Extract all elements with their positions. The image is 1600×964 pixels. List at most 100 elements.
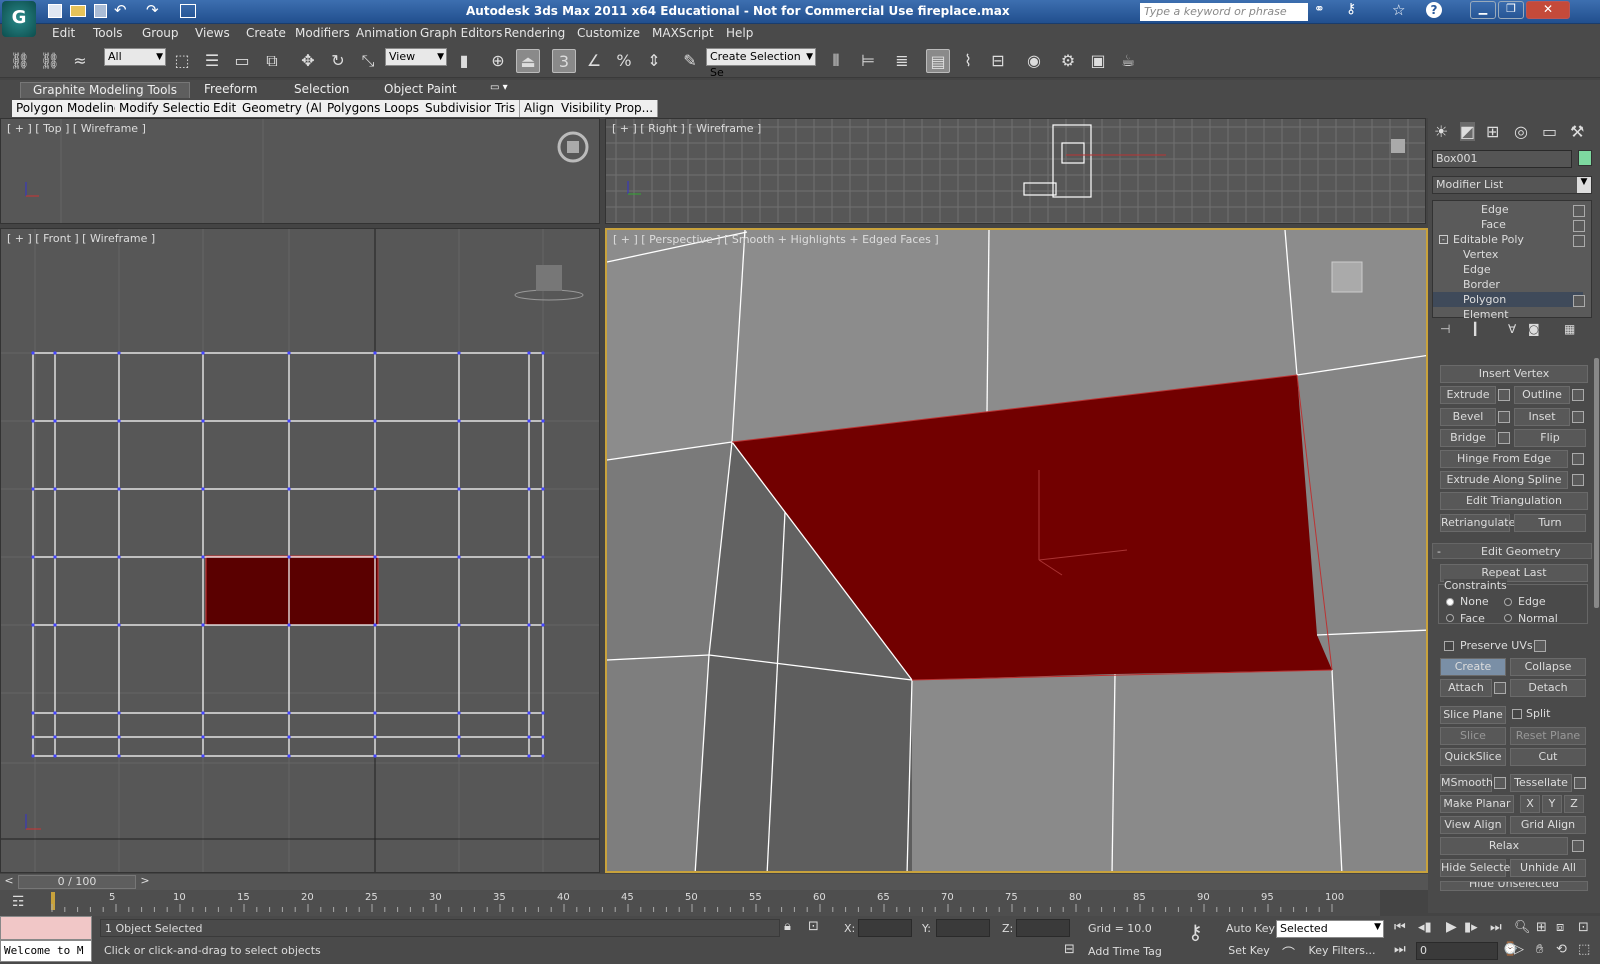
go-to-end-icon[interactable]: ⏭ <box>1490 920 1502 935</box>
viewport-perspective-label[interactable]: [ + ] [ Perspective ] [ Smooth + Highlig… <box>613 233 939 246</box>
angle-snap-icon[interactable]: ∠ <box>582 49 606 73</box>
menu-help[interactable]: Help <box>726 26 753 40</box>
msmooth-settings-icon[interactable] <box>1494 777 1506 789</box>
insert-vertex-button[interactable]: Insert Vertex <box>1440 365 1588 383</box>
viewport-front[interactable]: [ + ] [ Front ] [ Wireframe ] <box>0 228 600 873</box>
viewport-front-label[interactable]: [ + ] [ Front ] [ Wireframe ] <box>7 232 155 245</box>
bind-space-warp-icon[interactable]: ≈ <box>68 49 92 73</box>
viewport-right-label[interactable]: [ + ] [ Right ] [ Wireframe ] <box>612 122 761 135</box>
stack-item-edge-sub[interactable]: Edge <box>1481 203 1509 216</box>
key-icon[interactable]: ⚷ <box>1346 1 1356 17</box>
inset-button[interactable]: Inset <box>1514 408 1570 426</box>
favorites-star-icon[interactable]: ☆ <box>1392 1 1405 19</box>
zoom-icon[interactable]: 🔍︎ <box>1514 920 1531 935</box>
app-logo-icon[interactable]: G <box>2 1 36 37</box>
constraint-normal-radio[interactable] <box>1504 614 1512 622</box>
cut-button[interactable]: Cut <box>1510 748 1586 766</box>
inset-settings-icon[interactable] <box>1572 411 1584 423</box>
subtab-loops[interactable]: Loops <box>380 100 425 117</box>
bridge-settings-icon[interactable] <box>1498 432 1510 444</box>
preserve-uvs-checkbox[interactable] <box>1444 641 1454 651</box>
align-icon[interactable]: ⊨ <box>856 49 880 73</box>
viewport-right[interactable]: [ + ] [ Right ] [ Wireframe ] <box>605 118 1426 224</box>
search-input[interactable]: Type a keyword or phrase <box>1140 3 1308 21</box>
detach-button[interactable]: Detach <box>1510 679 1586 697</box>
stack-item-editable-poly[interactable]: Editable Poly <box>1453 233 1524 246</box>
menu-customize[interactable]: Customize <box>577 26 640 40</box>
constraint-none-radio[interactable] <box>1446 598 1454 606</box>
current-frame-field[interactable]: 0 <box>1416 942 1498 960</box>
menu-animation[interactable]: Animation <box>356 26 417 40</box>
grid-align-button[interactable]: Grid Align <box>1510 816 1586 834</box>
attach-settings-icon[interactable] <box>1494 682 1506 694</box>
bridge-button[interactable]: Bridge <box>1440 429 1496 447</box>
modifier-list-dropdown[interactable]: Modifier List ▼ <box>1432 176 1592 194</box>
menu-group[interactable]: Group <box>142 26 179 40</box>
motion-panel-icon[interactable]: ◎ <box>1514 122 1528 141</box>
constraint-face-radio[interactable] <box>1446 614 1454 622</box>
selection-lock-icon[interactable]: 🔒︎ <box>784 919 791 934</box>
layer-manager-icon[interactable]: ≣ <box>890 49 914 73</box>
add-time-tag-icon[interactable]: ⊟ <box>1064 942 1075 957</box>
select-and-scale-icon[interactable]: ⤡ <box>356 49 380 73</box>
key-tangent-icon[interactable]: ⌒ <box>1282 943 1295 962</box>
percent-snap-icon[interactable]: % <box>612 49 636 73</box>
graphite-toggle-icon[interactable]: ▤ <box>926 49 950 73</box>
select-and-link-icon[interactable]: ⛓ <box>8 49 32 73</box>
zoom-extents-all-icon[interactable]: ⊡ <box>1578 920 1589 935</box>
field-of-view-icon[interactable]: ▷ <box>1514 942 1524 957</box>
set-key-icon[interactable]: ⚷ <box>1188 920 1203 944</box>
material-editor-icon[interactable]: ◉ <box>1022 49 1046 73</box>
outline-settings-icon[interactable] <box>1572 389 1584 401</box>
attach-button[interactable]: Attach <box>1440 679 1492 697</box>
time-prev-button[interactable]: < <box>2 874 16 890</box>
extrude-spline-settings-icon[interactable] <box>1572 474 1584 486</box>
unhide-all-button[interactable]: Unhide All <box>1510 859 1586 877</box>
mirror-icon[interactable]: ⫴ <box>824 49 848 73</box>
spinner-snap-icon[interactable]: ⇕ <box>642 49 666 73</box>
stack-item-element[interactable]: Element <box>1463 308 1509 321</box>
window-crossing-icon[interactable]: ⧉ <box>260 49 284 73</box>
select-manipulate-icon[interactable]: ⊕ <box>486 49 510 73</box>
extrude-button[interactable]: Extrude <box>1440 386 1496 404</box>
stack-collapse-icon[interactable]: - <box>1439 235 1448 244</box>
make-unique-icon[interactable]: ∀ <box>1508 322 1516 336</box>
curve-editor-icon[interactable]: ⌇ <box>956 49 980 73</box>
bevel-button[interactable]: Bevel <box>1440 408 1496 426</box>
subtab-modify-selection[interactable]: Modify Selection <box>115 100 223 117</box>
quickslice-button[interactable]: QuickSlice <box>1440 748 1506 766</box>
configure-modifier-sets-icon[interactable]: ▦ <box>1564 322 1575 336</box>
tab-freeform[interactable]: Freeform <box>204 82 257 98</box>
time-next-button[interactable]: > <box>138 874 152 890</box>
minimize-button[interactable]: ▁ <box>1470 1 1496 19</box>
bevel-settings-icon[interactable] <box>1498 411 1510 423</box>
make-planar-button[interactable]: Make Planar <box>1440 795 1514 813</box>
rendered-frame-icon[interactable]: ▣ <box>1086 49 1110 73</box>
tessellate-settings-icon[interactable] <box>1574 777 1586 789</box>
stack-item-border[interactable]: Border <box>1463 278 1500 291</box>
edit-geometry-rollout-header[interactable]: - Edit Geometry <box>1432 543 1592 559</box>
stack-toggle-1[interactable] <box>1573 205 1585 217</box>
schematic-view-icon[interactable]: ⊟ <box>986 49 1010 73</box>
retriangulate-button[interactable]: Retriangulate <box>1440 514 1515 532</box>
undo-icon[interactable]: ↶ <box>114 1 127 19</box>
menu-maxscript[interactable]: MAXScript <box>652 26 714 40</box>
tab-selection[interactable]: Selection <box>294 82 349 98</box>
hierarchy-panel-icon[interactable]: ⊞ <box>1486 122 1499 141</box>
menu-edit[interactable]: Edit <box>52 26 75 40</box>
stack-item-edge[interactable]: Edge <box>1463 263 1491 276</box>
create-button[interactable]: Create <box>1440 658 1506 676</box>
menu-tools[interactable]: Tools <box>93 26 123 40</box>
viewport-perspective[interactable]: [ + ] [ Perspective ] [ Smooth + Highlig… <box>605 228 1428 873</box>
rect-selection-region-icon[interactable]: ▭ <box>230 49 254 73</box>
hinge-from-edge-button[interactable]: Hinge From Edge <box>1440 450 1568 468</box>
time-slider-thumb[interactable]: 0 / 100 <box>18 875 136 889</box>
subtab-edit[interactable]: Edit <box>209 100 242 117</box>
time-slider[interactable]: < 0 / 100 > <box>0 874 1428 890</box>
menu-views[interactable]: Views <box>195 26 230 40</box>
go-to-start-icon[interactable]: ⏮ <box>1394 920 1406 935</box>
z-coordinate-field[interactable] <box>1016 919 1070 937</box>
save-file-icon[interactable] <box>94 4 107 18</box>
zoom-all-icon[interactable]: ⊞ <box>1536 920 1547 935</box>
flip-button[interactable]: Flip <box>1514 429 1586 447</box>
